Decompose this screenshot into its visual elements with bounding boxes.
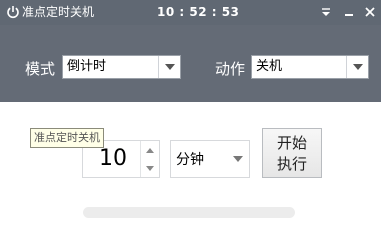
app-title: 准点定时关机 [22, 5, 95, 19]
mode-select-value: 倒计时 [67, 59, 107, 74]
power-icon [5, 4, 21, 20]
spin-buttons [140, 141, 159, 177]
number-value[interactable]: 10 [99, 145, 127, 173]
start-button-label-line1: 开始 [276, 134, 307, 152]
menu-dropdown-icon[interactable] [318, 4, 334, 20]
chevron-down-icon[interactable] [158, 56, 180, 78]
spin-up-icon[interactable] [141, 141, 159, 159]
spin-down-icon[interactable] [141, 159, 159, 177]
start-button[interactable]: 开始 执行 [262, 128, 322, 178]
chevron-down-icon[interactable] [227, 141, 249, 177]
clock-readout: 10 : 52 : 53 [157, 5, 240, 19]
action-select-value: 关机 [256, 59, 283, 74]
mode-select[interactable]: 倒计时 [62, 55, 181, 79]
mode-label: 模式 [25, 60, 56, 78]
unit-select[interactable]: 分钟 [170, 140, 250, 178]
close-icon[interactable] [362, 4, 378, 20]
start-button-label-line2: 执行 [276, 155, 307, 173]
action-select[interactable]: 关机 [251, 55, 369, 79]
minimize-icon[interactable] [341, 4, 357, 20]
unit-select-value: 分钟 [176, 152, 204, 168]
action-label: 动作 [215, 60, 246, 78]
progress-bar [83, 207, 295, 218]
chevron-down-icon[interactable] [346, 56, 368, 78]
tooltip: 准点定时关机 [30, 128, 104, 148]
title-bar[interactable]: 准点定时关机 10 : 52 : 53 [0, 0, 381, 25]
app-window: 准点定时关机 10 : 52 : 53 模式 倒计时 动作 关机 10 分钟 准… [0, 0, 381, 249]
